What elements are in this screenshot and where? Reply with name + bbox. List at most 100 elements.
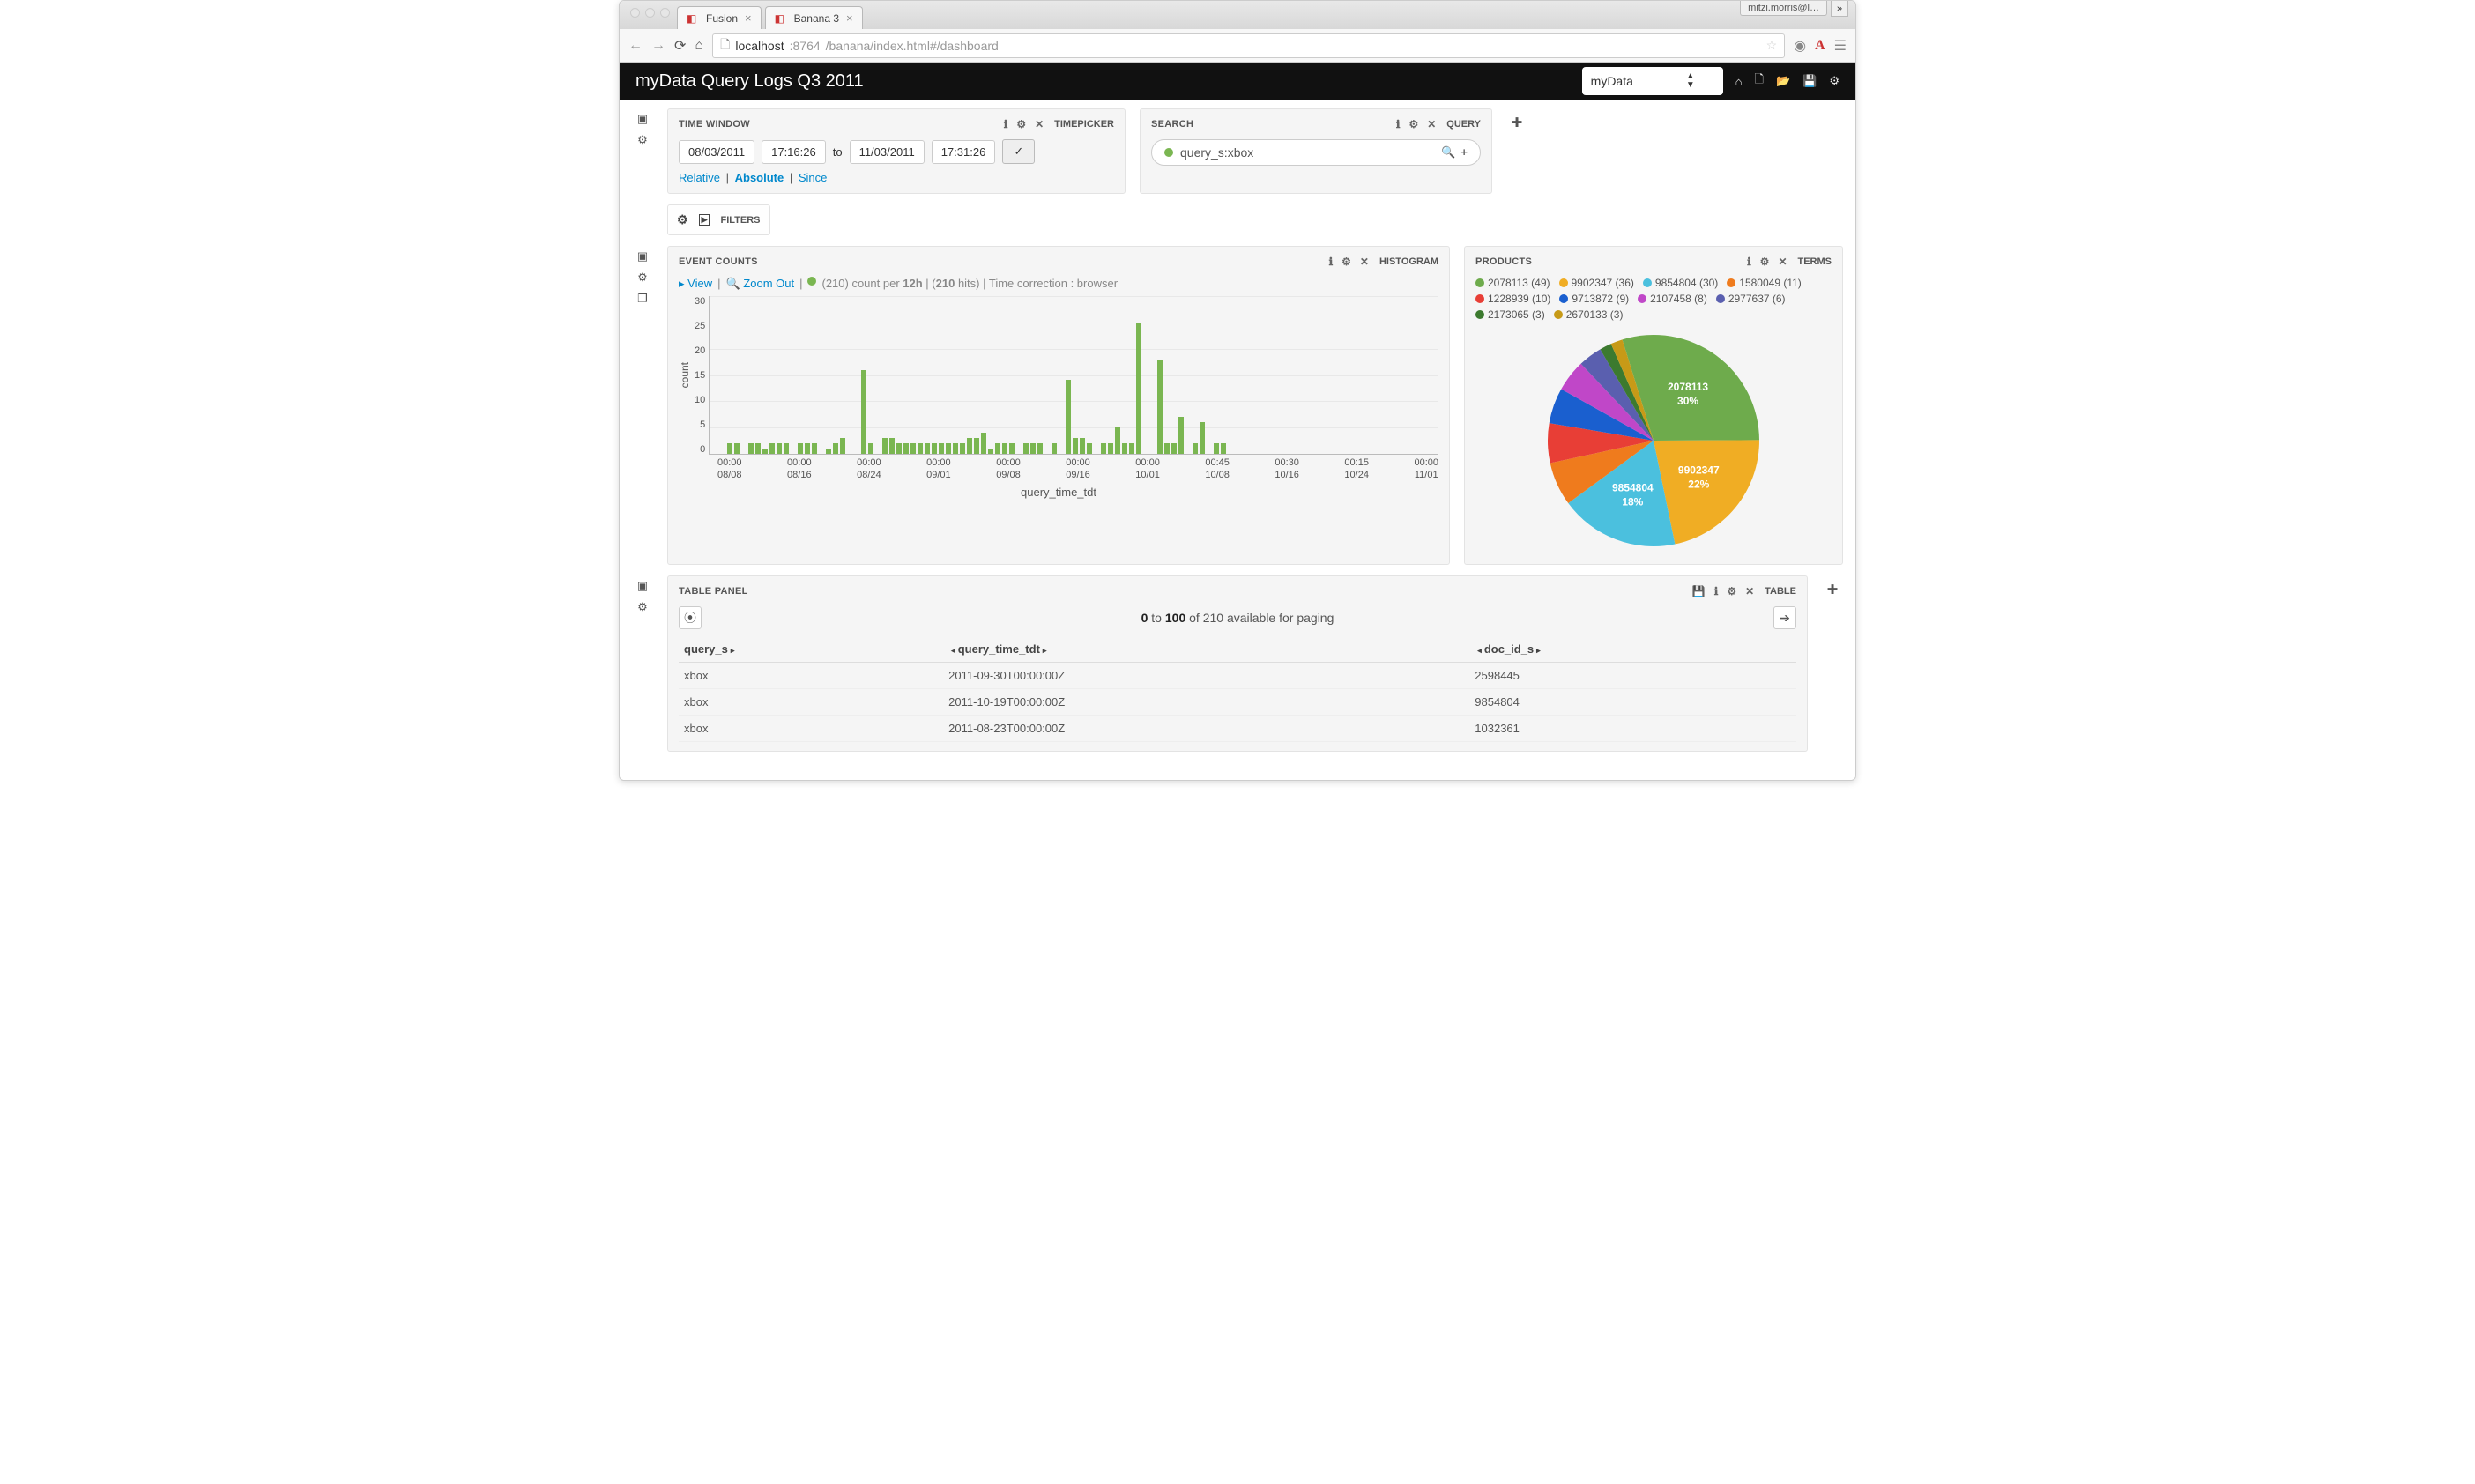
table-row[interactable]: xbox2011-09-30T00:00:00Z2598445 — [679, 663, 1796, 689]
bar[interactable] — [988, 449, 993, 454]
bar[interactable] — [798, 443, 803, 454]
bar[interactable] — [769, 443, 775, 454]
bar[interactable] — [903, 443, 909, 454]
info-icon[interactable]: ℹ — [1747, 256, 1751, 268]
gear-icon[interactable]: ⚙ — [1342, 256, 1351, 268]
expand-icon[interactable]: ▶ — [699, 214, 710, 226]
bar[interactable] — [805, 443, 810, 454]
bar[interactable] — [939, 443, 944, 454]
bar[interactable] — [784, 443, 789, 454]
settings-icon[interactable]: ⚙ — [1829, 74, 1840, 88]
ext-icon-1[interactable]: ◉ — [1794, 37, 1806, 55]
bar[interactable] — [777, 443, 782, 454]
apply-button[interactable]: ✓ — [1002, 139, 1035, 164]
bar[interactable] — [974, 438, 979, 454]
zoom-out-link[interactable]: 🔍 Zoom Out — [725, 277, 794, 291]
bar[interactable] — [826, 449, 831, 454]
bar[interactable] — [925, 443, 930, 454]
add-query-icon[interactable]: + — [1460, 145, 1468, 160]
pager-next-button[interactable]: ➔ — [1773, 606, 1796, 629]
column-header[interactable]: ◂query_time_tdt▸ — [943, 636, 1469, 663]
bar[interactable] — [1115, 427, 1120, 454]
info-icon[interactable]: ℹ — [1396, 118, 1401, 130]
bar[interactable] — [1122, 443, 1127, 454]
row-settings-icon[interactable]: ⚙ — [637, 600, 648, 614]
nav-back-icon[interactable]: ← — [628, 38, 643, 54]
bar[interactable] — [748, 443, 754, 454]
bar[interactable] — [762, 449, 768, 454]
bar[interactable] — [1002, 443, 1007, 454]
collapse-icon[interactable]: ▣ — [637, 249, 648, 263]
bar[interactable] — [812, 443, 817, 454]
bar[interactable] — [1221, 443, 1226, 454]
column-header[interactable]: ◂doc_id_s▸ — [1469, 636, 1796, 663]
mode-since[interactable]: Since — [799, 171, 828, 184]
bar[interactable] — [932, 443, 937, 454]
close-icon[interactable]: × — [846, 11, 853, 25]
nav-home-icon[interactable]: ⌂ — [695, 38, 703, 54]
bar[interactable] — [1157, 360, 1163, 454]
table-row[interactable]: xbox2011-10-19T00:00:00Z9854804 — [679, 689, 1796, 716]
bar[interactable] — [1009, 443, 1015, 454]
window-controls[interactable] — [627, 8, 677, 23]
legend-item[interactable]: 2977637 (6) — [1716, 293, 1786, 305]
bar[interactable] — [967, 438, 972, 454]
column-header[interactable]: query_s▸ — [679, 636, 943, 663]
legend-item[interactable]: 9854804 (30) — [1643, 277, 1718, 289]
bar[interactable] — [889, 438, 895, 454]
browser-tab-fusion[interactable]: ◧ Fusion × — [677, 6, 762, 29]
bar[interactable] — [1037, 443, 1043, 454]
legend-item[interactable]: 1580049 (11) — [1727, 277, 1802, 289]
bar[interactable] — [1052, 443, 1057, 454]
browser-profile-button[interactable]: mitzi.morris@l… — [1740, 1, 1827, 16]
close-icon[interactable]: ✕ — [1360, 256, 1369, 268]
row-settings-icon[interactable]: ⚙ — [637, 271, 648, 285]
query-input[interactable]: query_s:xbox 🔍 + — [1151, 139, 1481, 166]
export-icon[interactable]: 💾 — [1692, 585, 1706, 597]
close-icon[interactable]: × — [745, 11, 752, 25]
bar[interactable] — [1164, 443, 1170, 454]
info-icon[interactable]: ℹ — [1329, 256, 1334, 268]
home-icon[interactable]: ⌂ — [1735, 75, 1743, 88]
close-icon[interactable]: ✕ — [1035, 118, 1044, 130]
bar[interactable] — [755, 443, 761, 454]
info-icon[interactable]: ℹ — [1004, 118, 1008, 130]
bar[interactable] — [1101, 443, 1106, 454]
add-panel-button[interactable]: ✚ — [1822, 579, 1843, 600]
collapse-icon[interactable]: ▣ — [637, 579, 648, 593]
row-copy-icon[interactable]: ❐ — [637, 292, 648, 306]
bar[interactable] — [861, 370, 866, 454]
view-link[interactable]: ▸ View — [679, 277, 712, 291]
table-row[interactable]: xbox2011-08-23T00:00:00Z1032361 — [679, 716, 1796, 742]
bar[interactable] — [734, 443, 740, 454]
mode-absolute[interactable]: Absolute — [735, 171, 784, 184]
pager-first-button[interactable]: ⦿ — [679, 606, 702, 629]
bar[interactable] — [727, 443, 732, 454]
browser-tab-banana[interactable]: ◧ Banana 3 × — [765, 6, 863, 29]
nav-reload-icon[interactable]: ⟳ — [674, 37, 686, 55]
ext-icon-2[interactable]: A — [1815, 38, 1825, 54]
bar[interactable] — [953, 443, 958, 454]
gear-icon[interactable]: ⚙ — [1408, 118, 1418, 130]
bar[interactable] — [1200, 422, 1205, 454]
gear-icon[interactable]: ⚙ — [1016, 118, 1026, 130]
from-time-input[interactable]: 17:16:26 — [762, 140, 826, 164]
bar[interactable] — [1214, 443, 1219, 454]
bar[interactable] — [1030, 443, 1036, 454]
info-icon[interactable]: ℹ — [1714, 585, 1719, 597]
bar[interactable] — [1171, 443, 1177, 454]
chrome-menu-icon[interactable]: ☰ — [1834, 37, 1847, 55]
collection-select[interactable]: myData ▲▼ — [1582, 67, 1723, 95]
histogram-chart[interactable]: count 302520151050 — [679, 296, 1438, 455]
gear-icon[interactable]: ⚙ — [1760, 256, 1770, 268]
legend-item[interactable]: 2107458 (8) — [1638, 293, 1707, 305]
legend-item[interactable]: 2078113 (49) — [1475, 277, 1550, 289]
bar[interactable] — [995, 443, 1000, 454]
close-icon[interactable]: ✕ — [1778, 256, 1787, 268]
legend-item[interactable]: 2173065 (3) — [1475, 308, 1545, 321]
bar[interactable] — [1066, 380, 1071, 454]
bar[interactable] — [882, 438, 888, 454]
pie-chart[interactable]: 207811330%990234722%985480418% — [1475, 326, 1832, 555]
bar[interactable] — [833, 443, 838, 454]
window-close[interactable] — [630, 8, 640, 18]
